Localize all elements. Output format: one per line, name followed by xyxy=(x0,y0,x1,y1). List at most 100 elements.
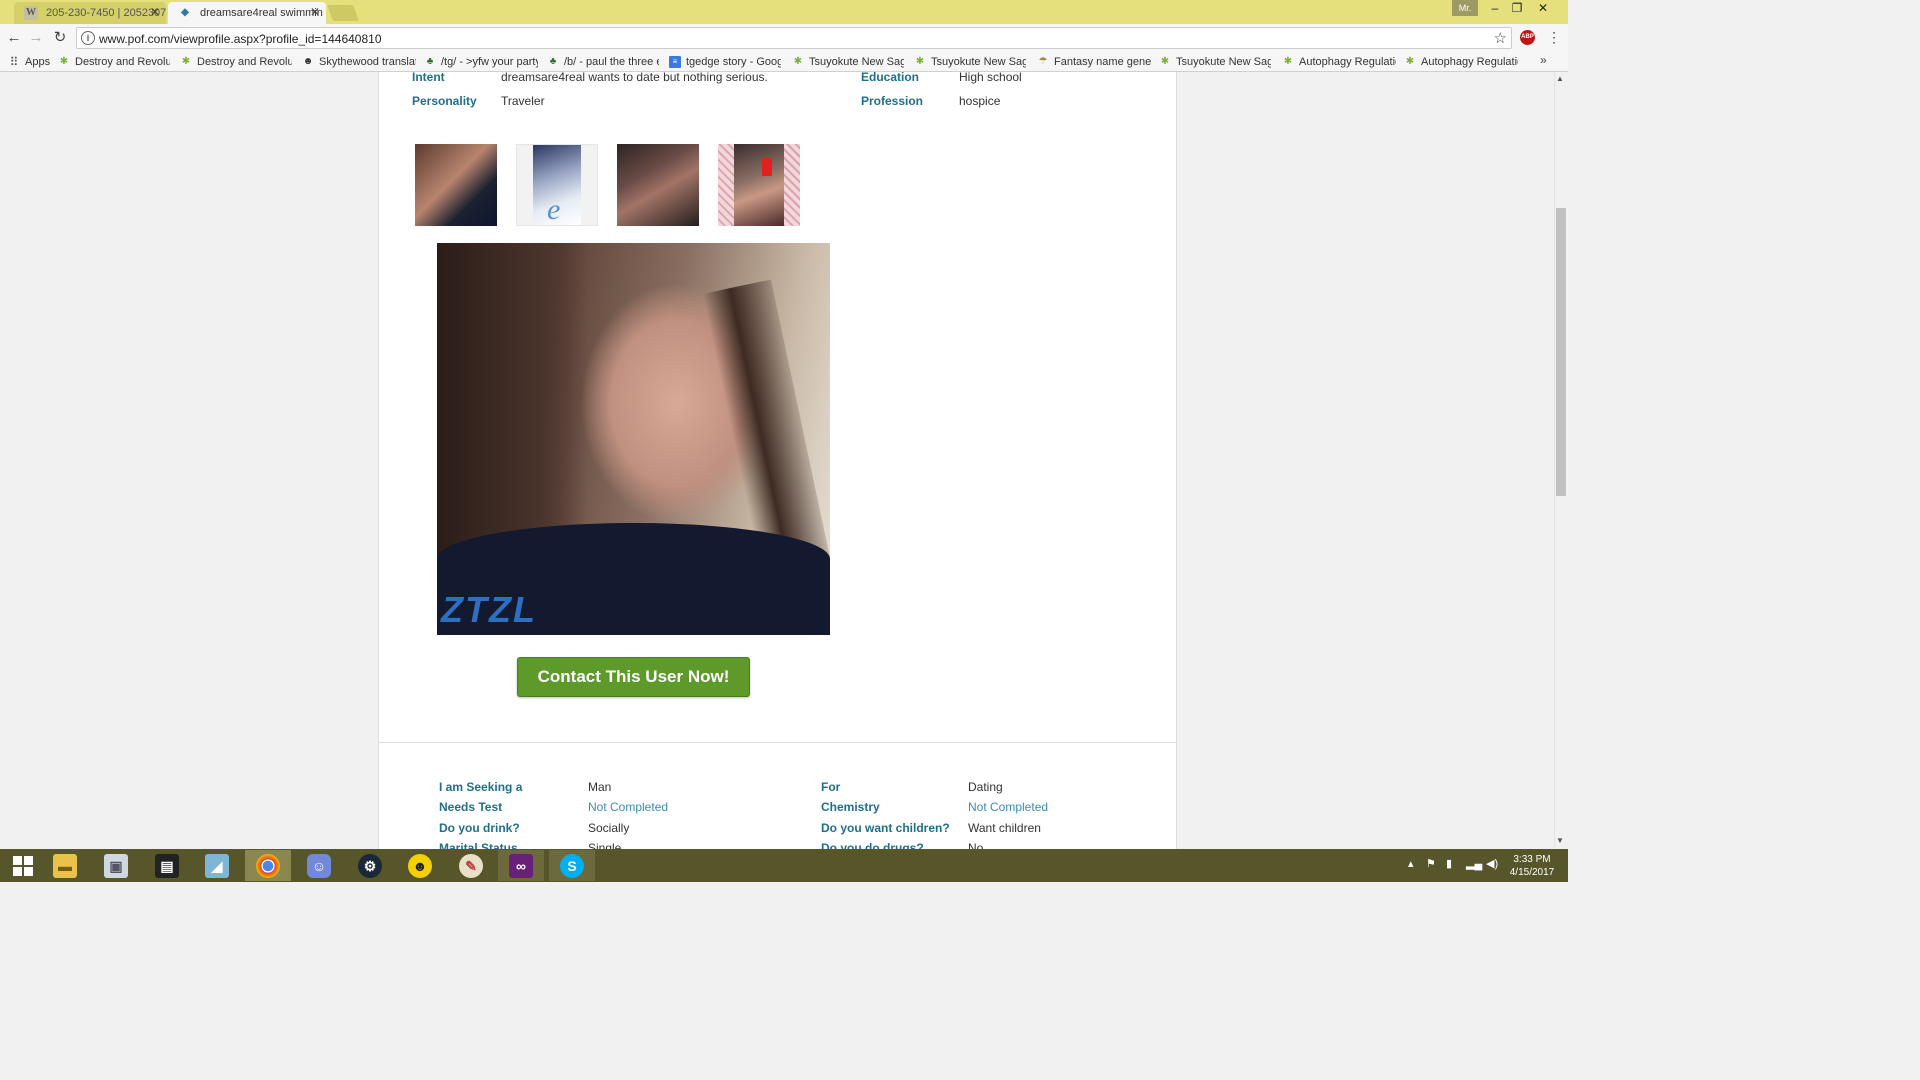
taskbar-paint[interactable]: ✎ xyxy=(448,850,494,881)
close-window-button[interactable]: ✕ xyxy=(1532,0,1554,16)
photo-thumbnail[interactable]: e xyxy=(516,144,598,226)
leaf-icon: ✱ xyxy=(1160,56,1170,67)
bookmark-item[interactable]: ✱ Destroy and Revolutic xyxy=(58,54,170,70)
runner-icon: ☂ xyxy=(1038,56,1048,67)
bookmark-item[interactable]: ♣ /b/ - paul the three e xyxy=(547,54,659,70)
palette-icon: ✎ xyxy=(459,853,483,878)
leaf-icon: ✱ xyxy=(1283,56,1293,67)
detail-label: Do you want children? xyxy=(821,821,950,835)
intent-value: dreamsare4real wants to date but nothing… xyxy=(501,72,768,84)
taskbar-notepad[interactable]: ◢ xyxy=(194,850,240,881)
new-tab-button[interactable] xyxy=(327,5,359,21)
bookmark-star-icon[interactable]: ☆ xyxy=(1494,29,1507,47)
bookmark-label: Tsuyokute New Saga xyxy=(809,56,904,68)
photo-thumbnail[interactable] xyxy=(718,144,800,226)
taskbar-cyberghost[interactable]: ☻ xyxy=(397,850,443,881)
discord-icon: ☺ xyxy=(307,853,331,878)
bookmark-label: /b/ - paul the three e xyxy=(564,56,659,68)
doc-icon: ≡ xyxy=(669,56,681,68)
clock-time: 3:33 PM xyxy=(1513,854,1551,865)
action-center-icon[interactable]: ⚑ xyxy=(1426,857,1436,870)
detail-value: Single xyxy=(588,841,622,849)
bookmark-item[interactable]: ✱ Tsuyokute New Saga xyxy=(914,54,1026,70)
taskbar-visual-studio[interactable]: ∞ xyxy=(498,850,544,881)
photo-thumbnail[interactable] xyxy=(617,144,699,226)
start-button[interactable] xyxy=(0,850,46,881)
detail-label: Do you do drugs? xyxy=(821,841,924,849)
intent-label: Intent xyxy=(412,72,445,84)
info-icon[interactable]: i xyxy=(81,31,95,45)
bookmark-item[interactable]: ✱ Destroy and Revolutic xyxy=(180,54,292,70)
taskbar-discord[interactable]: ☺ xyxy=(296,850,342,881)
reload-icon[interactable]: ↻ xyxy=(50,28,70,48)
network-icon[interactable]: ▂▄ xyxy=(1466,857,1482,870)
bookmark-label: Autophagy Regulation xyxy=(1421,56,1518,68)
bookmark-label: Tsuyokute New Saga xyxy=(1176,56,1271,68)
visual-studio-icon: ∞ xyxy=(509,853,533,878)
shirt-logo: ZTZL xyxy=(441,589,537,630)
personality-label: Personality xyxy=(412,94,477,108)
bookmark-label: Apps xyxy=(25,56,51,68)
address-bar[interactable]: i www.pof.com/viewprofile.aspx?profile_i… xyxy=(76,27,1512,49)
detail-label: Chemistry xyxy=(821,800,880,814)
battery-icon[interactable]: ▮ xyxy=(1446,857,1452,870)
leaf-icon: ✱ xyxy=(1405,56,1415,67)
bookmark-item[interactable]: ✱ Tsuyokute New Saga xyxy=(1159,54,1271,70)
browser-titlebar: W 205-230-7450 | 2052307 ✕ ◆ dreamsare4r… xyxy=(0,0,1568,24)
notepad-icon: ◢ xyxy=(205,853,229,878)
restore-button[interactable]: ❐ xyxy=(1506,0,1528,16)
minimize-button[interactable]: – xyxy=(1484,0,1506,16)
close-tab-icon[interactable]: ✕ xyxy=(310,5,320,19)
address-url[interactable]: www.pof.com/viewprofile.aspx?profile_id=… xyxy=(99,32,382,46)
detail-label: Needs Test xyxy=(439,800,503,814)
detail-label: Marital Status xyxy=(439,841,518,849)
bookmark-item[interactable]: ☂ Fantasy name general xyxy=(1037,54,1151,70)
volume-icon[interactable]: ◀) xyxy=(1486,857,1498,870)
chemistry-link[interactable]: Not Completed xyxy=(968,800,1048,814)
detail-value: Dating xyxy=(968,780,1003,794)
profile-card: Intent dreamsare4real wants to date but … xyxy=(378,72,1177,849)
main-profile-photo: ZTZL xyxy=(437,243,830,635)
bookmark-item[interactable]: ✱ Autophagy Regulation xyxy=(1404,54,1518,70)
tab-active[interactable]: ◆ dreamsare4real swimmin ✕ xyxy=(168,2,326,24)
taskbar-chrome[interactable] xyxy=(245,850,291,881)
forward-arrow-icon[interactable]: → xyxy=(26,28,46,48)
profession-value: hospice xyxy=(959,94,1001,108)
bookmarks-overflow-icon[interactable]: » xyxy=(1540,53,1547,67)
tray-expand-icon[interactable]: ▴ xyxy=(1408,857,1414,870)
detail-label: Do you drink? xyxy=(439,821,520,835)
taskbar-skype[interactable]: S xyxy=(549,850,595,881)
profile-button[interactable]: Mr. xyxy=(1452,0,1478,16)
close-tab-icon[interactable]: ✕ xyxy=(150,5,160,19)
browser-toolbar: ← → ↻ i www.pof.com/viewprofile.aspx?pro… xyxy=(0,24,1568,52)
bookmark-item[interactable]: ♣ /tg/ - >yfw your party xyxy=(424,54,538,70)
bookmark-apps[interactable]: ⠿ Apps xyxy=(8,54,52,70)
bookmark-item[interactable]: ✱ Tsuyokute New Saga xyxy=(792,54,904,70)
scrollbar-thumb[interactable] xyxy=(1556,208,1566,496)
bookmark-item[interactable]: ✱ Autophagy Regulation xyxy=(1282,54,1396,70)
taskbar-file-explorer[interactable]: ▬ xyxy=(42,850,88,881)
contact-user-button[interactable]: Contact This User Now! xyxy=(517,657,750,697)
folder-icon: ▬ xyxy=(53,853,77,878)
adblock-icon[interactable]: ABP xyxy=(1520,30,1535,45)
system-clock[interactable]: 3:33 PM 4/15/2017 xyxy=(1508,853,1556,879)
scroll-down-icon[interactable]: ▼ xyxy=(1556,836,1564,845)
bookmark-item[interactable]: ≡ tgedge story - Google xyxy=(669,54,781,70)
taskbar-movie-maker[interactable]: ▤ xyxy=(144,850,190,881)
face-icon: ☻ xyxy=(302,56,314,67)
bookmark-item[interactable]: ☻ Skythewood translatic xyxy=(302,54,416,70)
taskbar-steam[interactable]: ⚙ xyxy=(347,850,393,881)
film-icon: ▤ xyxy=(155,853,179,878)
leaf-icon: ✱ xyxy=(181,56,191,67)
skype-icon: S xyxy=(560,853,584,878)
back-arrow-icon[interactable]: ← xyxy=(4,28,24,48)
needs-test-link[interactable]: Not Completed xyxy=(588,800,668,814)
leaf-icon: ✱ xyxy=(793,56,803,67)
taskbar-photo-viewer[interactable]: ▣ xyxy=(93,850,139,881)
scroll-up-icon[interactable]: ▲ xyxy=(1556,74,1564,83)
tab-inactive[interactable]: W 205-230-7450 | 2052307 ✕ xyxy=(14,2,166,24)
ghost-icon: ☻ xyxy=(408,853,432,878)
bookmark-label: Destroy and Revolutic xyxy=(197,56,292,68)
photo-thumbnail[interactable] xyxy=(415,144,497,226)
menu-icon[interactable]: ⋮ xyxy=(1547,29,1561,46)
